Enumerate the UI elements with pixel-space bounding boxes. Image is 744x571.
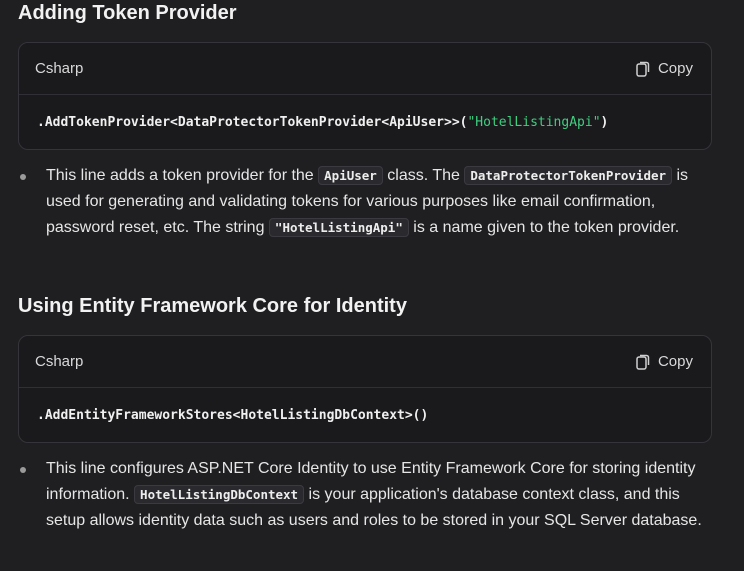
code-text-suffix: ) xyxy=(600,114,609,130)
code-line: .AddTokenProvider<DataProtectorTokenProv… xyxy=(19,95,711,149)
bullet-marker xyxy=(20,174,26,180)
text: This line adds a token provider for the xyxy=(46,167,319,184)
bullet-marker xyxy=(20,467,26,473)
inline-code: "HotelListingApi" xyxy=(268,218,409,237)
code-block-header: Csharp Copy xyxy=(19,43,711,95)
section-heading-ef-core: Using Entity Framework Core for Identity xyxy=(18,295,407,317)
copy-label: Copy xyxy=(657,353,693,370)
copy-icon xyxy=(636,354,650,370)
text: class. The xyxy=(382,167,465,184)
copy-label: Copy xyxy=(657,60,693,77)
bullet-explanation-token-provider: This line adds a token provider for the … xyxy=(46,163,716,241)
section-heading-token-provider: Adding Token Provider xyxy=(18,2,237,24)
code-string-literal: "HotelListingApi" xyxy=(467,114,601,130)
code-language-label: Csharp xyxy=(35,60,84,77)
code-block-token-provider: Csharp Copy .AddTokenProvider<DataProtec… xyxy=(18,42,712,150)
code-line: .AddEntityFrameworkStores<HotelListingDb… xyxy=(19,388,711,442)
copy-button[interactable]: Copy xyxy=(636,60,693,77)
inline-code: DataProtectorTokenProvider xyxy=(464,166,673,185)
code-text: .AddEntityFrameworkStores<HotelListingDb… xyxy=(37,407,429,423)
chat-response: Adding Token Provider Csharp Copy .AddTo… xyxy=(0,0,744,571)
copy-button[interactable]: Copy xyxy=(636,353,693,370)
code-text: .AddTokenProvider<DataProtectorTokenProv… xyxy=(37,114,468,130)
code-language-label: Csharp xyxy=(35,353,84,370)
text: is a name given to the token provider. xyxy=(408,219,680,236)
code-block-ef-core: Csharp Copy .AddEntityFrameworkStores<Ho… xyxy=(18,335,712,443)
code-block-header: Csharp Copy xyxy=(19,336,711,388)
inline-code: ApiUser xyxy=(318,166,383,185)
copy-icon xyxy=(636,61,650,77)
inline-code: HotelListingDbContext xyxy=(134,485,305,504)
bullet-explanation-ef-core: This line configures ASP.NET Core Identi… xyxy=(46,456,716,534)
